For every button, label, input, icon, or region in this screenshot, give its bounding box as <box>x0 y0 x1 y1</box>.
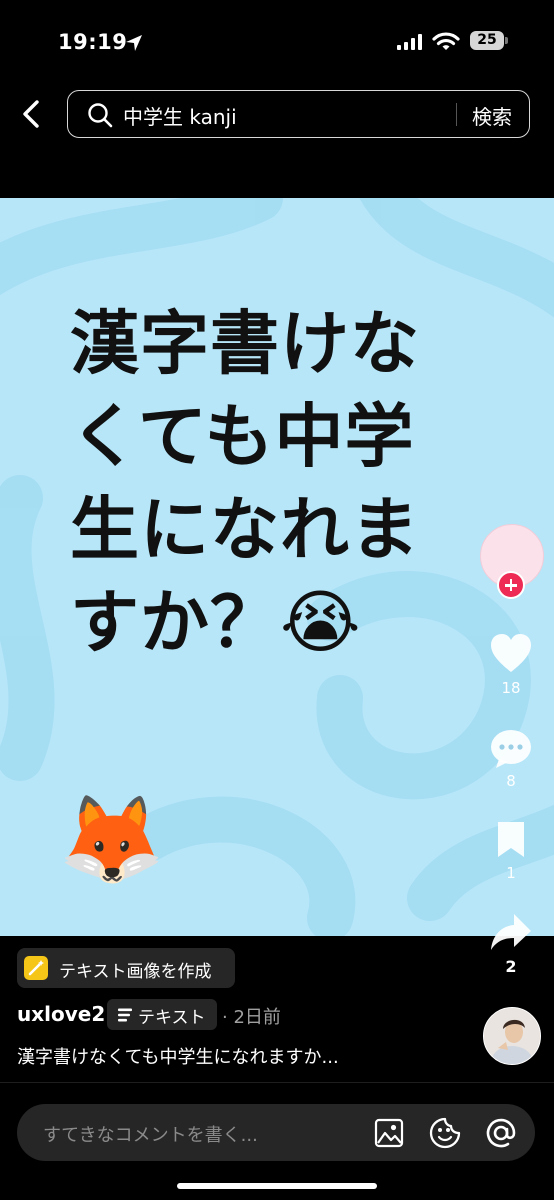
magic-wand-icon <box>24 956 48 980</box>
divider <box>0 1082 554 1083</box>
heart-icon[interactable] <box>489 632 533 674</box>
back-button[interactable] <box>14 96 48 132</box>
post-date: · 2日前 <box>222 1007 281 1028</box>
create-text-image-label: テキスト画像を作成 <box>59 962 212 982</box>
search-button[interactable]: 検索 <box>472 101 512 130</box>
person-avatar-icon <box>484 1008 540 1064</box>
post-caption[interactable]: 漢字書けなくても中学生になれますか... <box>17 1043 339 1069</box>
search-bar[interactable]: 中学生 kanji 検索 <box>67 90 530 138</box>
post-text-line: 生になれま <box>70 490 420 570</box>
search-icon <box>88 103 113 128</box>
comment-input-bar[interactable]: すてきなコメントを書く... <box>17 1104 535 1161</box>
text-type-label: テキスト <box>138 1008 206 1028</box>
post-text-line: すか？😭 <box>70 583 362 663</box>
battery-tip <box>505 37 508 44</box>
username[interactable]: uxlove2 <box>17 1002 105 1026</box>
follow-plus-button[interactable] <box>497 571 525 599</box>
comment-count: 8 <box>506 772 516 790</box>
location-arrow-icon <box>126 35 142 51</box>
fox-sticker: 🦊 <box>58 790 166 890</box>
battery-level: 25 <box>477 32 497 48</box>
post-text-line: くても中学 <box>70 397 415 477</box>
text-type-tag[interactable]: テキスト <box>107 999 217 1030</box>
battery-icon: 25 <box>470 31 504 50</box>
home-indicator[interactable] <box>177 1183 377 1189</box>
bookmark-count: 1 <box>506 864 516 882</box>
cellular-signal-icon <box>397 34 425 50</box>
status-time: 19:19 <box>58 30 128 54</box>
wifi-icon <box>432 32 460 50</box>
image-icon[interactable] <box>374 1118 404 1148</box>
post-image[interactable]: 漢字書けな くても中学 生になれま すか？😭 🦊 <box>0 198 554 936</box>
bookmark-icon[interactable] <box>494 820 528 860</box>
comment-icon[interactable] <box>489 728 533 770</box>
share-icon[interactable] <box>489 912 533 952</box>
share-count: 2 <box>505 957 517 976</box>
search-input[interactable]: 中学生 kanji <box>123 101 237 130</box>
comment-input[interactable]: すてきなコメントを書く... <box>43 1121 258 1147</box>
mention-icon[interactable] <box>485 1117 517 1149</box>
author-avatar[interactable] <box>483 1007 541 1065</box>
create-text-image-button[interactable]: テキスト画像を作成 <box>17 948 235 988</box>
emoji-sticker-icon[interactable] <box>429 1117 461 1149</box>
search-divider <box>456 103 457 126</box>
post-text-line: 漢字書けな <box>70 304 420 384</box>
chevron-left-icon <box>23 100 39 128</box>
text-lines-icon <box>118 1008 132 1022</box>
like-count: 18 <box>501 679 521 697</box>
post-text: 漢字書けな くても中学 生になれま すか？😭 <box>70 298 470 670</box>
